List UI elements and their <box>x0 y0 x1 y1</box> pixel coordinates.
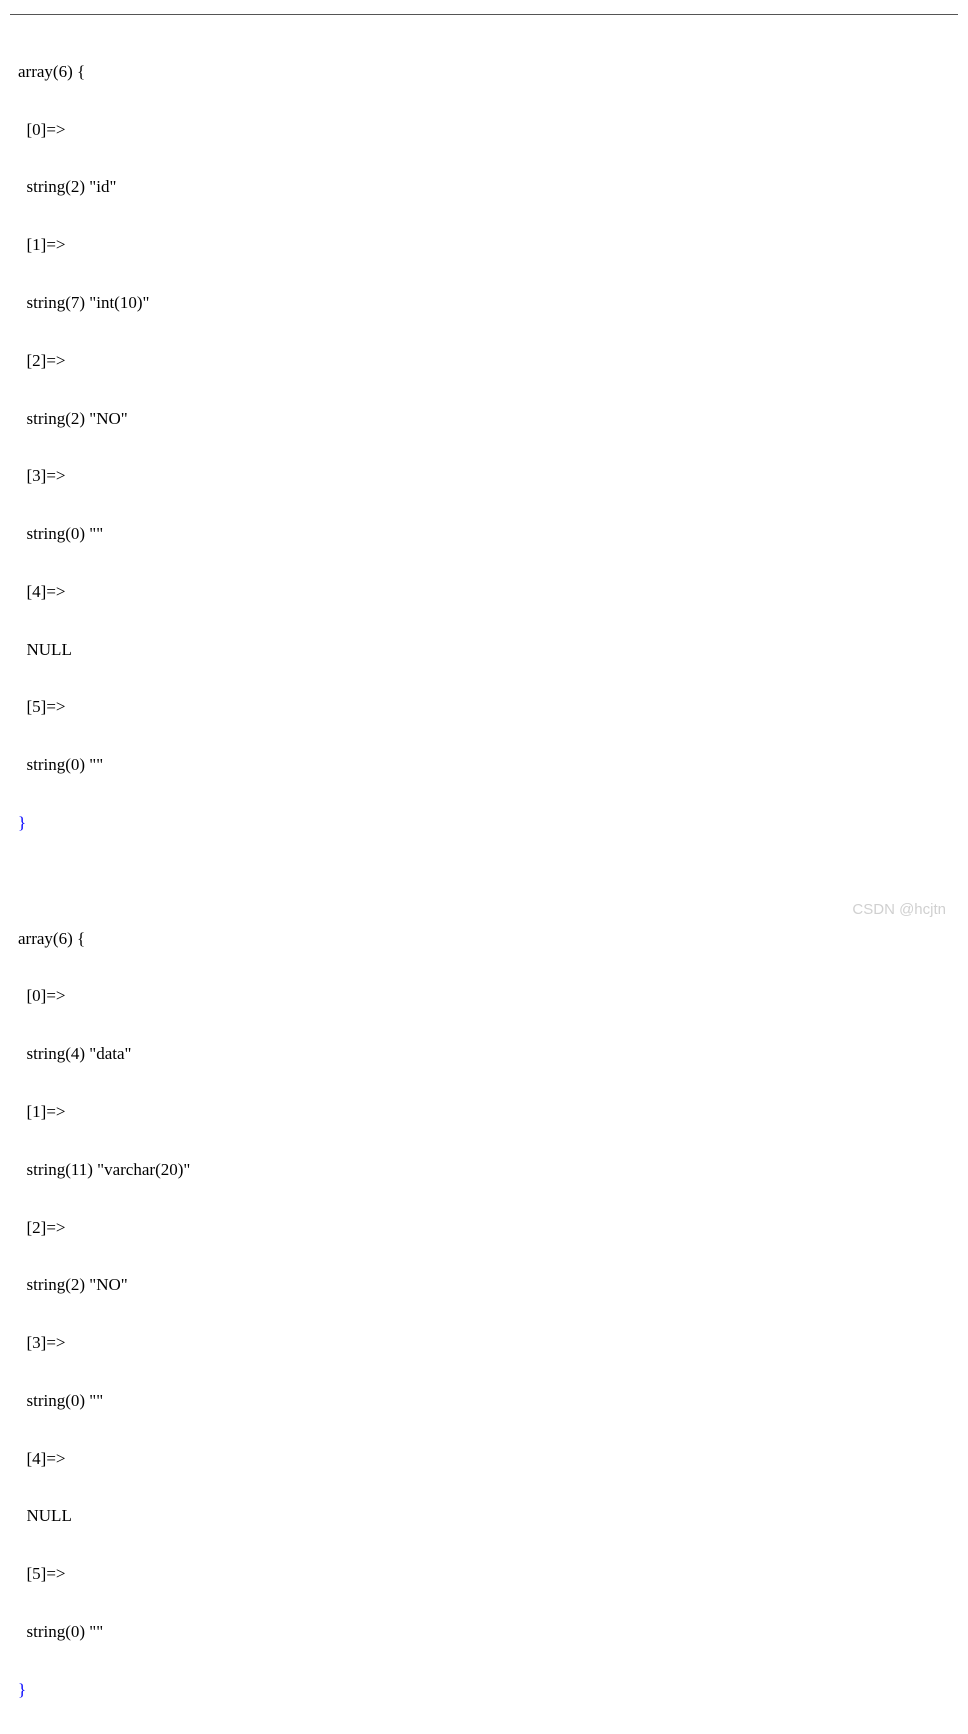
array-value: string(4) "data" <box>18 1040 958 1069</box>
array-header: array(6) { <box>18 925 958 954</box>
array-value: string(0) "" <box>18 1387 958 1416</box>
array-footer: } <box>18 1676 958 1705</box>
array-index: [0]=> <box>18 116 958 145</box>
array-value: string(0) "" <box>18 1618 958 1647</box>
code-dump: array(6) { [0]=> string(2) "id" [1]=> st… <box>0 23 968 1734</box>
array-value: string(0) "" <box>18 520 958 549</box>
watermark: CSDN @hcjtn <box>852 897 946 923</box>
text: array(6) { <box>18 62 85 81</box>
array-index: [5]=> <box>18 1560 958 1589</box>
array-value: string(7) "int(10)" <box>18 289 958 318</box>
array-header: array(6) { <box>18 58 958 87</box>
array-index: [0]=> <box>18 982 958 1011</box>
array-value: NULL <box>18 1502 958 1531</box>
array-index: [3]=> <box>18 1329 958 1358</box>
array-value: string(0) "" <box>18 751 958 780</box>
array-index: [4]=> <box>18 578 958 607</box>
array-value: string(2) "NO" <box>18 405 958 434</box>
array-value: NULL <box>18 636 958 665</box>
array-value: string(2) "id" <box>18 173 958 202</box>
array-index: [3]=> <box>18 462 958 491</box>
array-index: [2]=> <box>18 1214 958 1243</box>
array-value: string(11) "varchar(20)" <box>18 1156 958 1185</box>
array-index: [1]=> <box>18 231 958 260</box>
array-footer: } <box>18 809 958 838</box>
text: array(6) { <box>18 929 85 948</box>
array-index: [1]=> <box>18 1098 958 1127</box>
top-divider <box>10 14 958 15</box>
blank-line <box>18 867 958 896</box>
array-index: [2]=> <box>18 347 958 376</box>
array-value: string(2) "NO" <box>18 1271 958 1300</box>
array-index: [4]=> <box>18 1445 958 1474</box>
array-index: [5]=> <box>18 693 958 722</box>
